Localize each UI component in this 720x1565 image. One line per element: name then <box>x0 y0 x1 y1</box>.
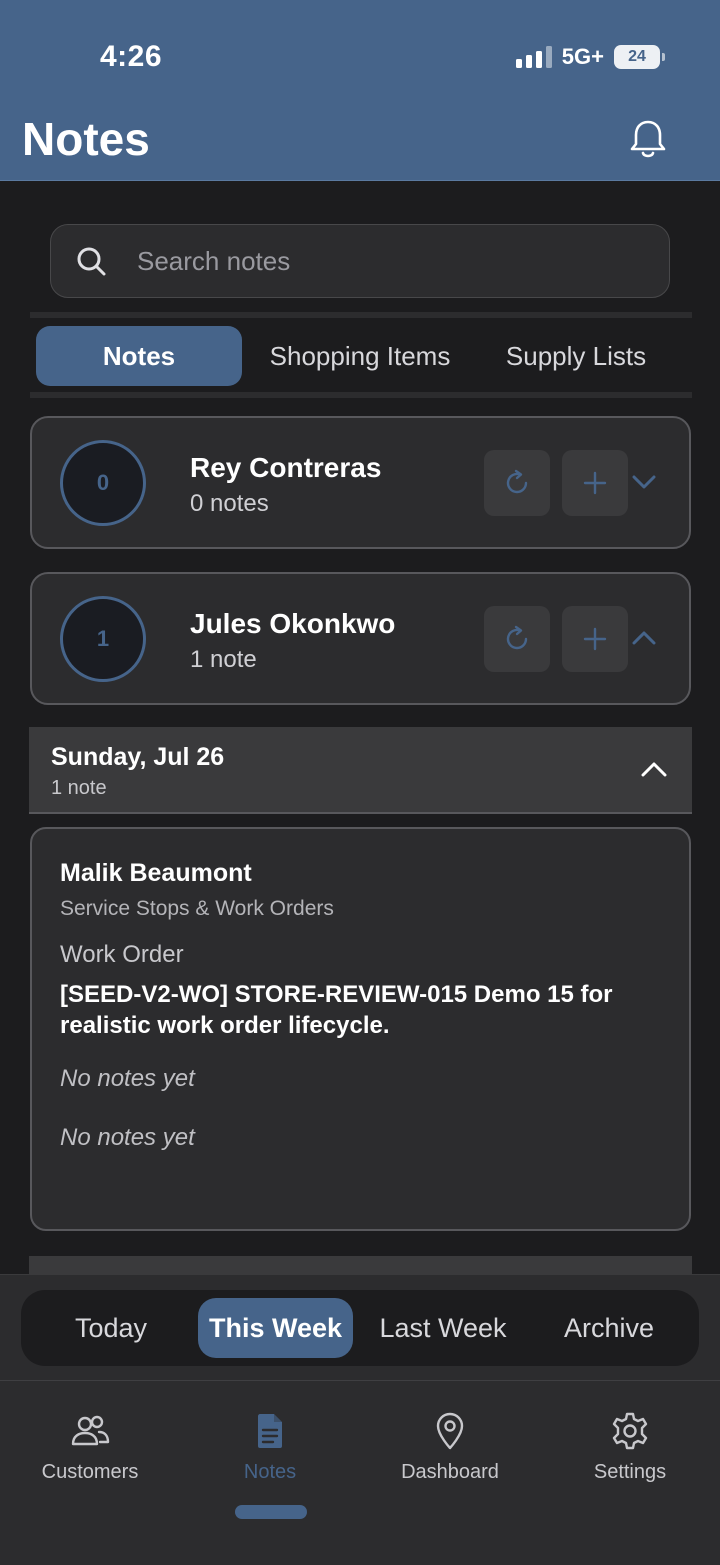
category-tabs: Notes Shopping Items Supply Lists <box>30 312 692 398</box>
nav-label: Notes <box>243 1461 297 1483</box>
customer-name: Jules Okonkwo <box>190 608 396 639</box>
next-group-header <box>29 1256 692 1276</box>
battery-icon: 24 <box>614 45 665 69</box>
note-card[interactable]: Malik Beaumont Service Stops & Work Orde… <box>30 827 691 1231</box>
refresh-button[interactable] <box>484 606 550 672</box>
nav-label: Settings <box>593 1461 667 1483</box>
period-segmented-control: Today This Week Last Week Archive <box>21 1290 699 1366</box>
chevron-down-icon[interactable] <box>630 468 658 496</box>
plus-icon <box>583 627 607 651</box>
empty-notes-text: No notes yet <box>60 1124 195 1151</box>
network-type: 5G+ <box>561 44 604 69</box>
gear-icon <box>612 1412 648 1450</box>
chevron-up-icon[interactable] <box>630 624 658 652</box>
tab-notes[interactable]: Notes <box>36 326 242 386</box>
document-icon <box>258 1414 282 1448</box>
bell-icon[interactable] <box>628 118 668 160</box>
nav-dashboard[interactable]: Dashboard <box>360 1411 540 1491</box>
search-input[interactable] <box>137 225 637 297</box>
customer-card[interactable]: 0 Rey Contreras 0 notes <box>30 416 691 549</box>
search-icon <box>77 247 106 276</box>
date-group-count: 1 note <box>51 777 107 799</box>
note-author: Malik Beaumont <box>60 859 252 887</box>
nav-customers[interactable]: Customers <box>0 1411 180 1491</box>
search-bar[interactable] <box>50 224 670 298</box>
customer-note-count: 0 notes <box>190 490 269 517</box>
note-type: Work Order <box>60 941 184 968</box>
bottom-navigation: Customers Notes Dashboard Settings <box>0 1380 720 1565</box>
map-pin-icon <box>436 1412 464 1450</box>
period-today[interactable]: Today <box>31 1298 191 1358</box>
battery-level: 24 <box>628 48 646 65</box>
empty-notes-text: No notes yet <box>60 1065 195 1092</box>
period-last-week[interactable]: Last Week <box>363 1298 523 1358</box>
status-indicators: 5G+ 24 <box>515 44 665 70</box>
date-group-header[interactable]: Sunday, Jul 26 1 note <box>29 727 692 814</box>
tab-supply-lists[interactable]: Supply Lists <box>488 326 664 386</box>
note-count-badge: 0 <box>60 440 146 526</box>
app-header: 4:26 5G+ 24 Notes <box>0 0 720 181</box>
plus-icon <box>583 471 607 495</box>
date-group-title: Sunday, Jul 26 <box>51 743 225 771</box>
users-icon <box>71 1415 110 1446</box>
add-note-button[interactable] <box>562 450 628 516</box>
active-tab-indicator <box>235 1505 307 1519</box>
chevron-up-icon[interactable] <box>639 757 669 783</box>
note-category: Service Stops & Work Orders <box>60 897 334 920</box>
period-filter-bar: Today This Week Last Week Archive <box>0 1274 720 1380</box>
page-title: Notes <box>22 113 150 165</box>
refresh-button[interactable] <box>484 450 550 516</box>
signal-icon <box>515 46 552 68</box>
refresh-icon <box>506 625 528 650</box>
nav-label: Customers <box>41 1461 139 1483</box>
customer-note-count: 1 note <box>190 646 257 673</box>
nav-label: Dashboard <box>401 1461 499 1483</box>
period-archive[interactable]: Archive <box>529 1298 689 1358</box>
work-order-title: [SEED-V2-WO] STORE-REVIEW-015 Demo 15 fo… <box>60 981 613 1039</box>
customer-name: Rey Contreras <box>190 452 382 483</box>
nav-settings[interactable]: Settings <box>540 1411 720 1491</box>
note-count-badge: 1 <box>60 596 146 682</box>
tab-shopping-items[interactable]: Shopping Items <box>252 326 468 386</box>
customer-card[interactable]: 1 Jules Okonkwo 1 note <box>30 572 691 705</box>
add-note-button[interactable] <box>562 606 628 672</box>
period-this-week[interactable]: This Week <box>198 1298 353 1358</box>
refresh-icon <box>506 469 528 494</box>
nav-notes[interactable]: Notes <box>180 1411 360 1491</box>
status-time: 4:26 <box>100 40 163 73</box>
